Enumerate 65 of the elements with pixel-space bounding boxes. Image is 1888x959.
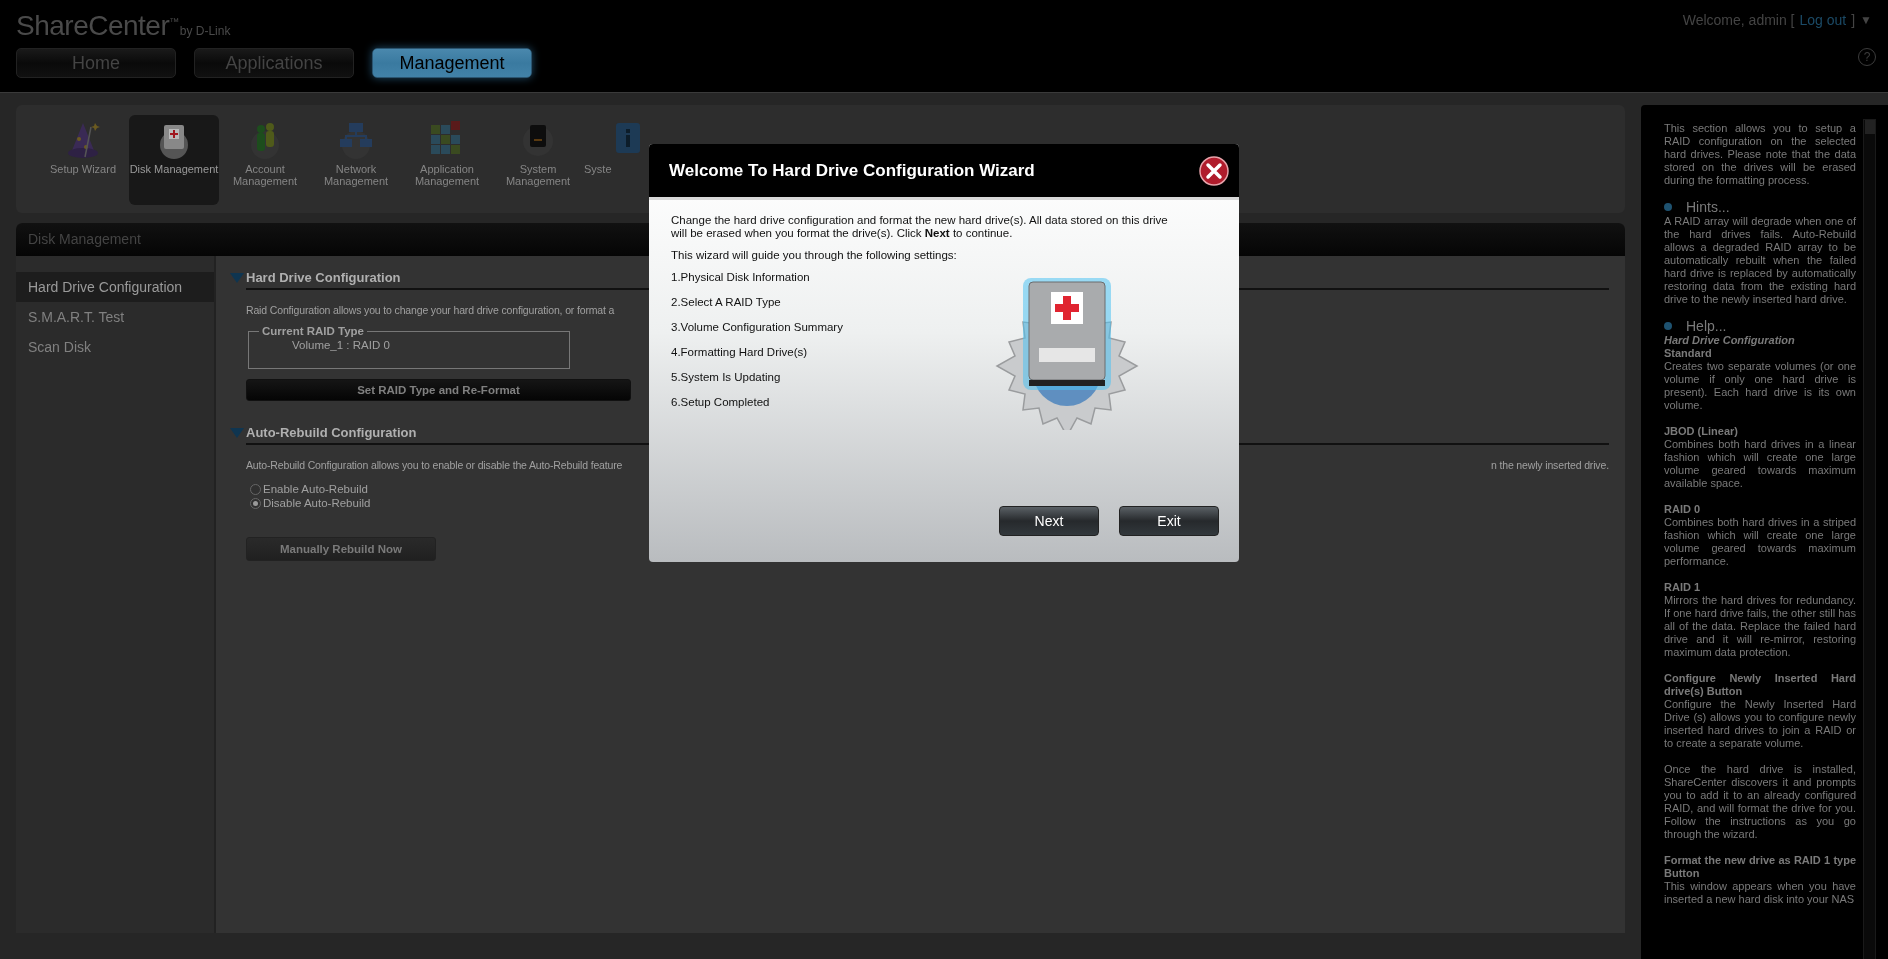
- set-raid-button[interactable]: Set RAID Type and Re-Format: [246, 379, 631, 401]
- welcome-text: Welcome, admin [: [1682, 12, 1795, 28]
- help-term: Format the new drive as RAID 1 type Button: [1664, 854, 1856, 880]
- help-paragraph: This window appears when you have inserted a new hard disk into your NAS: [1664, 880, 1856, 906]
- help-paragraph: Creates two separate volumes (or one volume if only one hard drive is present). Each hard drive is its own volume.: [1664, 360, 1856, 412]
- step-item: 3.Volume Configuration Summary: [671, 321, 844, 333]
- description-text: n the newly inserted drive.: [1491, 459, 1609, 471]
- raid-type-value: Volume_1 : RAID 0: [291, 339, 390, 351]
- toolbar-item[interactable]: Setup Wizard: [38, 115, 128, 205]
- toolbar-item[interactable]: System Management: [493, 115, 583, 205]
- help-paragraph: A RAID array will degrade when one of the hard drives fails. Auto-Rebuild allows a degraded RAID array to be automatically rebuilt when the failed hard drive is replaced by automatically restoring data from the existing hard drive to the newly inserted hard drive.: [1664, 215, 1856, 306]
- step-item: 5.System Is Updating: [671, 371, 782, 383]
- help-paragraph: Once the hard drive is installed, ShareCenter discovers it and prompts you to add it to an already configured RAID, and will format the drive for you. Follow the instructions as you go through the wizard.: [1664, 763, 1856, 841]
- nav-tab[interactable]: Applications: [194, 48, 354, 78]
- toolbar-item[interactable]: Network Management: [311, 115, 401, 205]
- close-icon[interactable]: [1199, 155, 1229, 186]
- help-heading: Hints...: [1686, 199, 1730, 215]
- help-heading: Help...: [1686, 318, 1727, 334]
- step-item: 2.Select A RAID Type: [671, 296, 782, 308]
- help-subtitle: Hard Drive Configuration: [1664, 334, 1796, 347]
- bullet-icon: [1664, 322, 1672, 330]
- help-paragraph: Combines both hard drives in a linear fashion which will create one large volume geared towards maximum available space.: [1664, 438, 1856, 490]
- collapse-triangle-icon[interactable]: [230, 427, 244, 438]
- side-menu-item[interactable]: S.M.A.R.T. Test: [16, 302, 214, 332]
- help-paragraph: Mirrors the hard drives for redundancy. If one hard drive fails, the other still has all of the data. Replace the failed hard drive and it will re-mirror, restoring maximum data protection.: [1664, 594, 1856, 659]
- bracket-text: ]: [1851, 12, 1856, 28]
- description-text: Raid Configuration allows you to change your hard drive configuration, or format a: [246, 304, 616, 316]
- section-title: Auto-Rebuild Configuration: [246, 425, 417, 440]
- radio-button[interactable]: [250, 483, 261, 495]
- side-menu-item[interactable]: Hard Drive Configuration: [16, 272, 214, 302]
- step-item: 6.Setup Completed: [671, 396, 771, 408]
- toolbar-item[interactable]: Disk Management: [129, 115, 219, 205]
- help-term: Standard: [1664, 347, 1713, 360]
- radio-option[interactable]: Disable Auto-Rebuild: [250, 497, 1609, 509]
- group-legend: Current RAID Type: [259, 325, 368, 337]
- radio-button[interactable]: [250, 497, 261, 509]
- logo-byline: by D-Link: [179, 24, 231, 38]
- nav-tab[interactable]: Management: [372, 48, 532, 78]
- help-paragraph: This section allows you to setup a RAID configuration on the selected hard drives. Please note that the data stored on the drives will be erased during the formatting process.: [1664, 122, 1856, 187]
- logout-link[interactable]: Log out: [1799, 12, 1847, 28]
- scrollbar[interactable]: [1863, 119, 1876, 959]
- exit-button[interactable]: Exit: [1119, 506, 1219, 536]
- section-title: Hard Drive Configuration: [246, 270, 401, 285]
- radio-option[interactable]: Enable Auto-Rebuild: [250, 483, 1609, 495]
- caret-icon[interactable]: ▼: [1860, 13, 1872, 27]
- dialog-title: Welcome To Hard Drive Configuration Wizard: [669, 160, 1035, 181]
- toolbar-item[interactable]: Account Management: [220, 115, 310, 205]
- help-term: RAID 0: [1664, 503, 1702, 516]
- bullet-icon: [1664, 203, 1672, 211]
- toolbar-item[interactable]: Application Management: [402, 115, 492, 205]
- side-menu-item[interactable]: Scan Disk: [16, 332, 214, 362]
- description-text: Auto-Rebuild Configuration allows you to enable or disable the Auto-Rebuild feature: [246, 459, 623, 471]
- help-term: JBOD (Linear): [1664, 425, 1739, 438]
- collapse-triangle-icon[interactable]: [230, 272, 244, 283]
- step-item: 4.Formatting Hard Drive(s): [671, 346, 809, 358]
- help-paragraph: Configure the Newly Inserted Hard Drive (s) allows you to configure newly inserted hard drives to join a RAID or to create a separate volume.: [1664, 698, 1856, 750]
- scroll-up-button[interactable]: [1865, 120, 1875, 134]
- help-term: Configure Newly Inserted Hard drive(s) Button: [1664, 672, 1856, 698]
- step-item: 1.Physical Disk Information: [671, 271, 811, 283]
- help-term: RAID 1: [1664, 581, 1702, 594]
- next-button[interactable]: Next: [999, 506, 1099, 536]
- toolbar-item[interactable]: Syste: [584, 115, 652, 205]
- logo: ShareCenter$^{™}$: [16, 10, 179, 42]
- nav-tab[interactable]: Home: [16, 48, 176, 78]
- help-paragraph: Combines both hard drives in a striped fashion which will create one large volume geared towards maximum performance.: [1664, 516, 1856, 568]
